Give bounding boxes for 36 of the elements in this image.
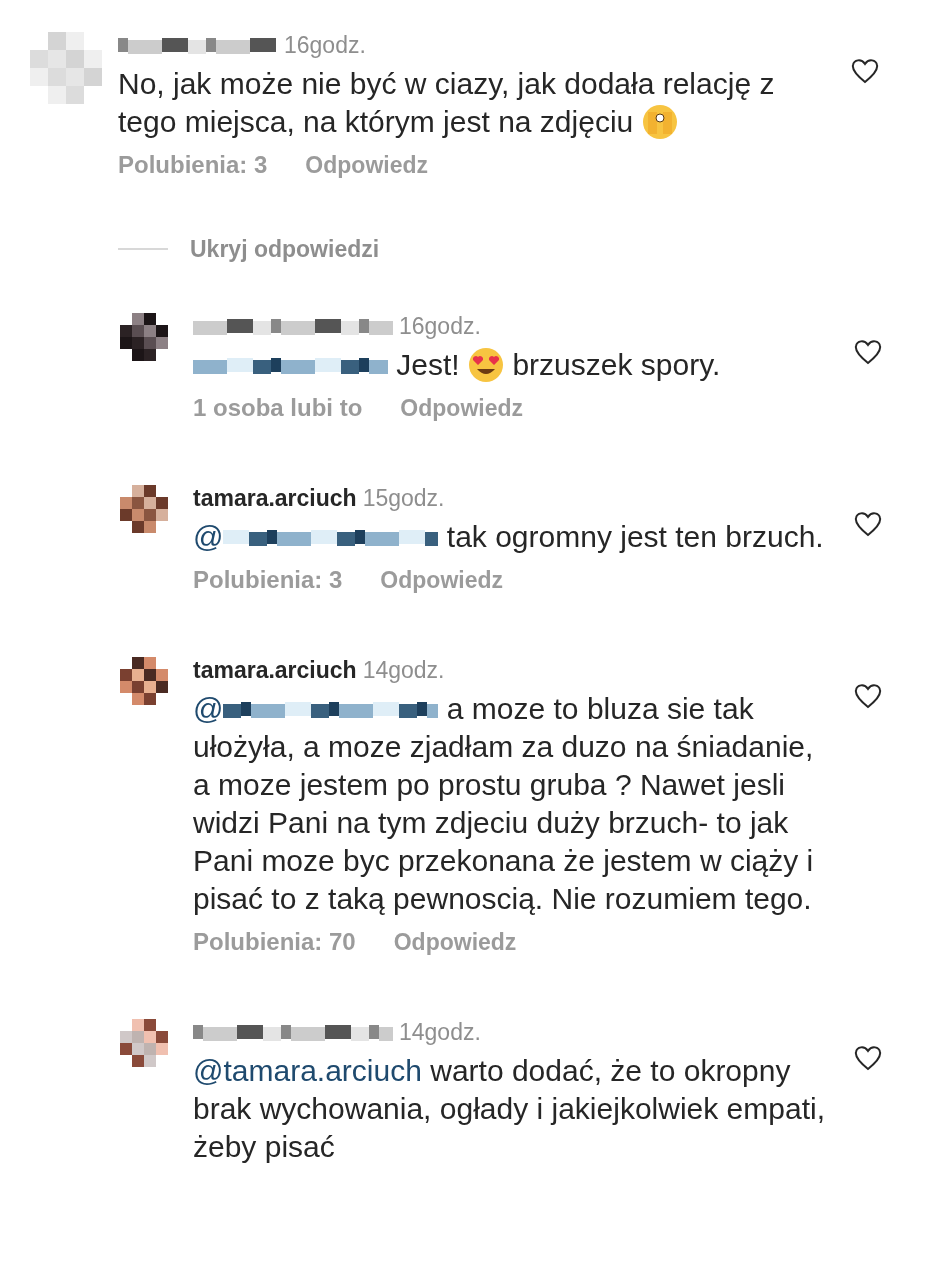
- reply-button[interactable]: Odpowiedz: [400, 392, 523, 423]
- comment-text: @ a moze to bluza sie tak ułożyła, a moze zjadłam za duzo na śniadanie, a moze jestem po prostu gruba ? Nawet jesli widzi Pani na tym zdjeciu duży brzuch- to jak Pani moze byc przekonana że jestem w ciąży i pisać to z taką pewnoscią. Nie rozumiem tego.: [193, 690, 815, 918]
- heart-icon[interactable]: [851, 58, 879, 84]
- timestamp: 15godz.: [362, 483, 445, 513]
- timestamp: 16godz.: [399, 311, 481, 341]
- likes-count[interactable]: Polubienia: 3: [118, 150, 268, 181]
- comment-text: Jest! brzuszek spory.: [193, 344, 833, 383]
- username[interactable]: tamara.arciuch: [193, 482, 357, 513]
- likes-count[interactable]: Polubienia: 3: [193, 564, 343, 595]
- timestamp: 16godz.: [284, 31, 366, 60]
- username[interactable]: tamara.arciuch: [193, 654, 357, 685]
- mention-link[interactable]: @tamara.arciuch: [193, 1054, 422, 1088]
- reply-button[interactable]: Odpowiedz: [305, 150, 429, 181]
- likes-count[interactable]: 1 osoba lubi to: [193, 392, 363, 423]
- timestamp: 14godz.: [362, 655, 445, 685]
- reply-button[interactable]: Odpowiedz: [380, 564, 504, 595]
- avatar: [120, 1019, 168, 1068]
- heart-eyes-face-icon: [468, 346, 505, 383]
- hide-replies-button[interactable]: Ukryj odpowiedzi: [190, 232, 380, 267]
- comment-text: @tamara.arciuch warto dodać, że to okropny brak wychowania, ogłady i jakiejkolwiek empati, żeby pisać: [193, 1053, 826, 1166]
- avatar: [120, 656, 168, 705]
- avatar: [30, 32, 102, 104]
- avatar: [120, 484, 168, 533]
- heart-icon[interactable]: [854, 338, 882, 365]
- comment-text: No, jak może nie być w ciazy, jak dodała relację z tego miejsca, na którym jest na zdjęciu: [118, 66, 776, 141]
- reply-button[interactable]: Odpowiedz: [393, 927, 517, 958]
- likes-count[interactable]: Polubienia: 70: [193, 927, 356, 958]
- heart-icon[interactable]: [854, 1045, 882, 1072]
- heart-icon[interactable]: [854, 682, 882, 709]
- comment-text: @ tak ogromny jest ten brzuch.: [193, 518, 825, 555]
- avatar: [120, 312, 168, 361]
- heart-icon[interactable]: [854, 510, 882, 537]
- timestamp: 14godz.: [399, 1018, 481, 1048]
- peeking-face-icon: [641, 104, 678, 141]
- mention-link[interactable]: @: [193, 519, 224, 553]
- mention-link[interactable]: @: [193, 691, 224, 725]
